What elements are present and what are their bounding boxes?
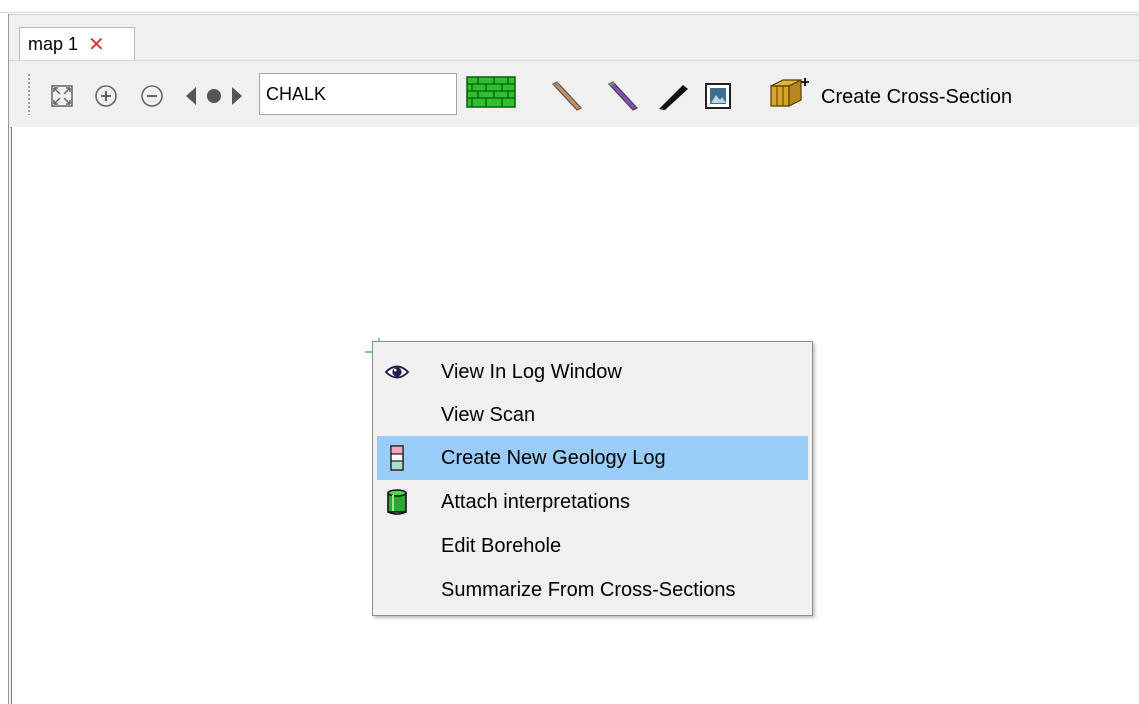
geology-log-icon	[385, 445, 409, 471]
menu-item-create-new-geology-log[interactable]: Create New Geology Log	[377, 436, 808, 480]
menu-item-view-in-log-window[interactable]: View In Log Window	[377, 350, 808, 394]
lithology-pattern-icon[interactable]	[465, 76, 517, 108]
cylinder-icon	[385, 489, 409, 515]
context-menu: View In Log Window View Scan Create New …	[372, 341, 813, 616]
create-cross-section-label[interactable]: Create Cross-Section	[821, 86, 1012, 109]
menu-item-view-scan[interactable]: View Scan	[377, 393, 808, 437]
tab-bar: map 1 ✕	[9, 14, 1139, 61]
close-icon[interactable]: ✕	[88, 35, 105, 55]
zoom-extents-icon[interactable]	[49, 81, 75, 111]
zoom-in-icon[interactable]	[93, 81, 119, 111]
menu-item-summarize-from-cross-sections[interactable]: Summarize From Cross-Sections	[377, 568, 808, 612]
zoom-out-icon[interactable]	[139, 81, 165, 111]
pen-black-icon[interactable]	[657, 81, 691, 111]
layer-name-input[interactable]	[259, 73, 457, 115]
toolbar-grip[interactable]	[27, 73, 31, 115]
top-strip	[0, 0, 1139, 13]
eye-icon	[385, 360, 409, 384]
menu-item-attach-interpretations[interactable]: Attach interpretations	[377, 480, 808, 524]
cross-section-icon[interactable]	[767, 77, 813, 107]
toolbar: Create Cross-Section	[9, 60, 1139, 128]
tab-label: map 1	[28, 34, 79, 54]
tab-map-1[interactable]: map 1 ✕	[19, 27, 135, 61]
pan-icon[interactable]	[183, 81, 245, 111]
image-icon[interactable]	[703, 81, 733, 111]
pen-purple-icon[interactable]	[605, 81, 639, 111]
menu-item-edit-borehole[interactable]: Edit Borehole	[377, 524, 808, 568]
pen-icon[interactable]	[549, 81, 583, 111]
